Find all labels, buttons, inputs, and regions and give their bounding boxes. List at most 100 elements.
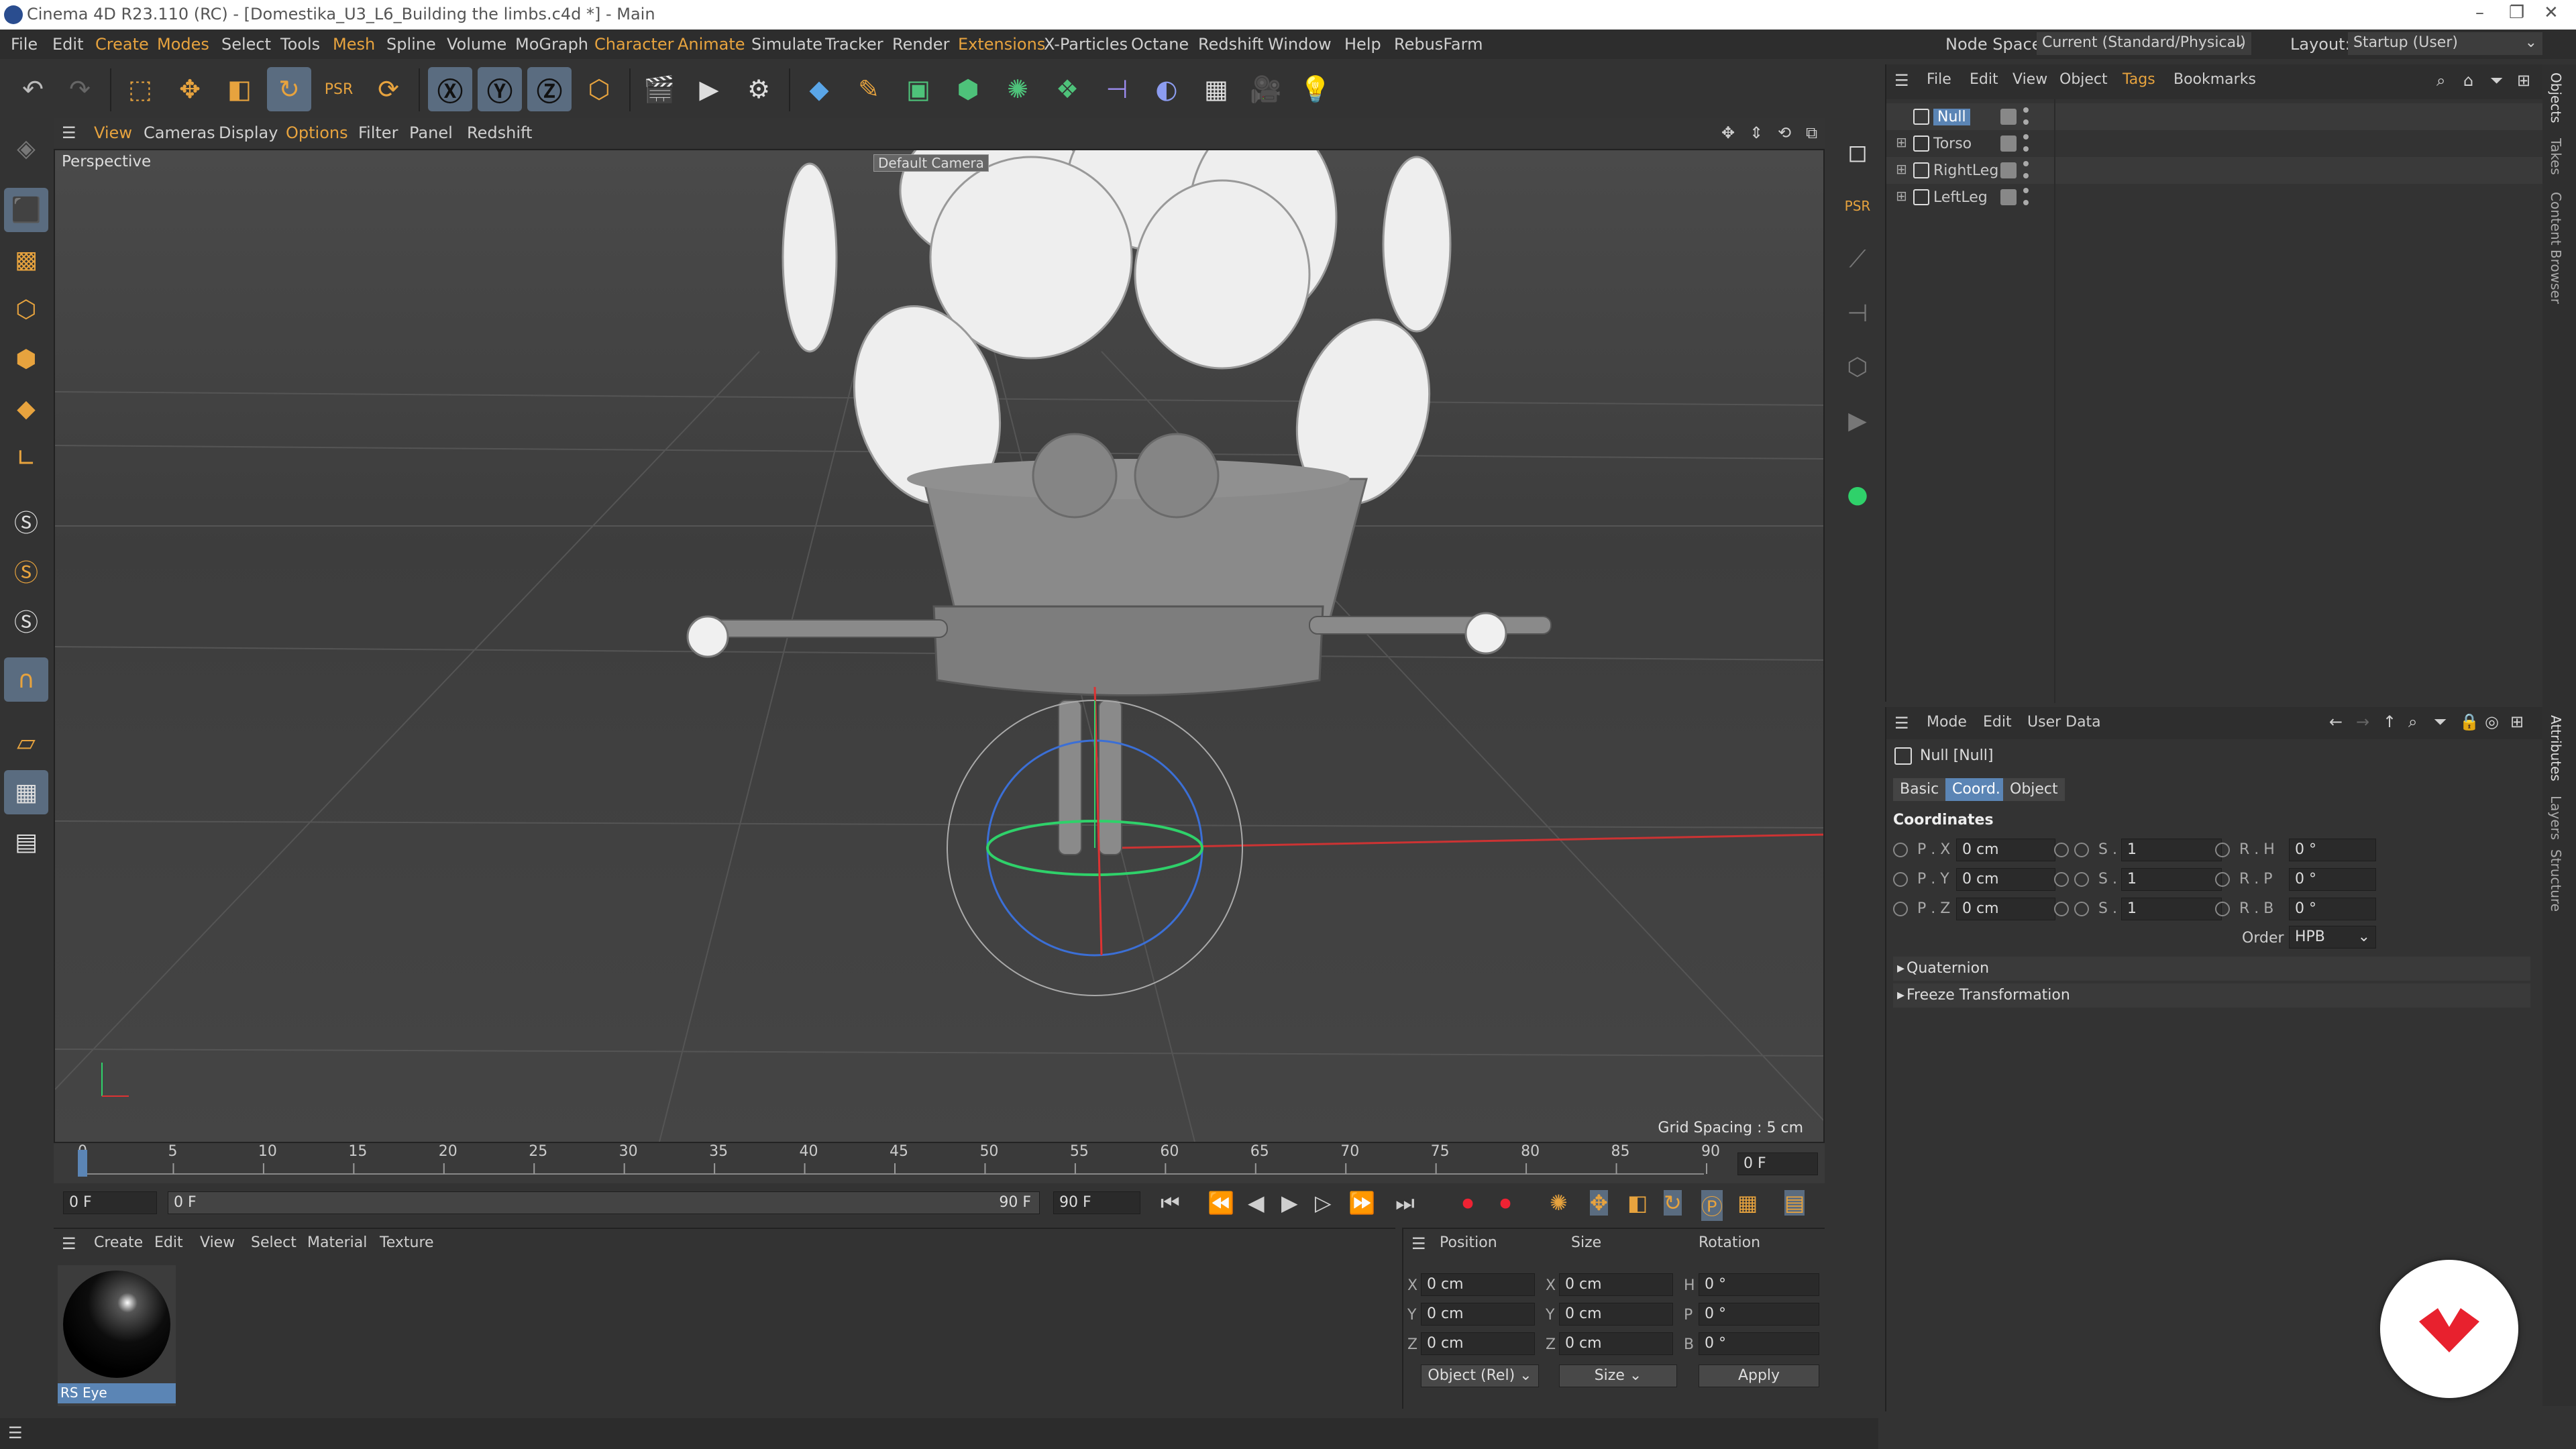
point-level-icon[interactable]: ▦ [1737, 1190, 1758, 1216]
pan-icon[interactable]: ✥ [1721, 123, 1735, 142]
size-z-field[interactable]: 0 cm [1559, 1332, 1673, 1355]
tab-object[interactable]: Object [2003, 778, 2065, 801]
menu-tracker[interactable]: Tracker [825, 35, 883, 54]
size-x-field[interactable]: 0 cm [1559, 1273, 1673, 1296]
axis-mode-icon[interactable]: ∟ [4, 436, 48, 480]
menu-mograph[interactable]: MoGraph [515, 35, 588, 54]
grid-icon[interactable]: ▦ [4, 770, 48, 814]
new-panel-icon[interactable]: ⊞ [2517, 71, 2530, 90]
menu-simulate[interactable]: Simulate [751, 35, 822, 54]
menu-x-particles[interactable]: X-Particles [1044, 35, 1128, 54]
next-frame-icon[interactable]: ▷ [1315, 1190, 1332, 1216]
am-menu-mode[interactable]: Mode [1927, 714, 1967, 731]
menu-select[interactable]: Select [221, 35, 271, 54]
filter-icon[interactable]: ⏷ [2490, 71, 2503, 90]
object-name[interactable]: RightLeg [1933, 162, 1998, 179]
previous-key-icon[interactable]: ⏪ [1208, 1190, 1234, 1216]
object-row-null[interactable]: Null [1886, 103, 2544, 130]
search-icon[interactable]: ⌕ [2436, 71, 2445, 90]
snap-settings-icon[interactable]: Ⓢ [4, 549, 48, 593]
hamburger-icon[interactable]: ☰ [62, 1234, 76, 1253]
mat-menu-material[interactable]: Material [307, 1234, 367, 1251]
menu-render[interactable]: Render [892, 35, 949, 54]
visibility-icon[interactable] [2000, 189, 2017, 205]
side-tab-objects[interactable]: Objects [2548, 72, 2564, 123]
visibility-icon[interactable] [2000, 162, 2017, 178]
side-tab-content-browser[interactable]: Content Browser [2548, 192, 2564, 304]
redo-icon[interactable]: ↷ [58, 67, 102, 111]
menu-help[interactable]: Help [1344, 35, 1381, 54]
pos-z-field[interactable]: 0 cm [1421, 1332, 1535, 1355]
camera-label[interactable]: Default Camera [873, 154, 989, 172]
hamburger-icon[interactable]: ☰ [1894, 71, 1909, 90]
keyframe-selection-icon[interactable]: ✺ [1550, 1190, 1568, 1216]
new-panel-icon[interactable]: ⊞ [2510, 712, 2524, 731]
menu-extensions[interactable]: Extensions [958, 35, 1045, 54]
subdivision-icon[interactable]: ▣ [896, 67, 941, 111]
rh-field[interactable]: 0 ° [2289, 839, 2376, 861]
pos-x-field[interactable]: 0 cm [1421, 1273, 1535, 1296]
maximize-viewport-icon[interactable]: ⧉ [1806, 123, 1817, 142]
object-row-leftleg[interactable]: ⊞ LeftLeg [1886, 184, 2544, 211]
animate-radio[interactable] [2215, 843, 2230, 857]
layout-dropdown[interactable]: Startup (User) ⌄ [2348, 32, 2542, 55]
floor-icon[interactable]: ▦ [1194, 67, 1238, 111]
camera-icon[interactable]: 🎥 [1244, 67, 1288, 111]
viewport-menu-view[interactable]: View [94, 123, 132, 142]
section-freeze-transformation[interactable]: ▸ Freeze Transformation [1893, 983, 2530, 1008]
timeline-icon[interactable]: ▤ [1784, 1190, 1805, 1216]
undo-icon[interactable]: ↶ [11, 67, 55, 111]
rot-b-field[interactable]: 0 ° [1699, 1332, 1819, 1355]
menu-spline[interactable]: Spline [386, 35, 436, 54]
animate-radio[interactable] [2074, 843, 2089, 857]
size-mode-dropdown[interactable]: Size ⌄ [1559, 1364, 1677, 1387]
knife-icon[interactable]: ⟋ [1835, 237, 1880, 282]
size-y-field[interactable]: 0 cm [1559, 1303, 1673, 1326]
restore-icon[interactable]: ❐ [2509, 3, 2524, 23]
cube-icon[interactable]: ◆ [797, 67, 841, 111]
home-icon[interactable]: ⌂ [2463, 71, 2473, 90]
coord-mode-dropdown[interactable]: Object (Rel) ⌄ [1421, 1364, 1539, 1387]
target-icon[interactable]: ◎ [2485, 712, 2499, 731]
tab-basic[interactable]: Basic [1893, 778, 1946, 801]
minimize-icon[interactable]: – [2475, 3, 2484, 23]
mograph-icon[interactable]: ❖ [1045, 67, 1089, 111]
animate-radio[interactable] [2054, 902, 2069, 916]
scale-key-icon[interactable]: ◧ [1627, 1190, 1648, 1216]
dolly-icon[interactable]: ⇕ [1750, 123, 1763, 142]
render-visibility-icon[interactable] [2023, 119, 2029, 125]
om-menu-object[interactable]: Object [2059, 71, 2108, 88]
model-mode-icon[interactable]: ⬛ [4, 188, 48, 232]
editor-visibility-icon[interactable] [2023, 188, 2029, 193]
mat-menu-edit[interactable]: Edit [154, 1234, 183, 1251]
forward-arrow-icon[interactable]: → [2356, 712, 2369, 731]
mat-menu-create[interactable]: Create [94, 1234, 143, 1251]
position-key-icon[interactable]: ✥ [1590, 1190, 1608, 1216]
back-arrow-icon[interactable]: ← [2329, 712, 2343, 731]
viewport-perspective[interactable]: Perspective Default Camera Grid Spacing … [54, 149, 1825, 1143]
select-icon[interactable]: ◻ [1835, 130, 1880, 174]
menu-character[interactable]: Character [594, 35, 674, 54]
snap-icon[interactable]: Ⓢ [4, 499, 48, 543]
play-icon[interactable]: ▶ [1835, 398, 1880, 443]
menu-edit[interactable]: Edit [52, 35, 83, 54]
up-arrow-icon[interactable]: ↑ [2383, 712, 2396, 731]
animate-radio[interactable] [1893, 872, 1908, 887]
object-name[interactable]: Null [1933, 109, 1970, 125]
hamburger-icon[interactable]: ☰ [62, 123, 76, 142]
snap-workplane-icon[interactable]: Ⓢ [4, 598, 48, 643]
editor-visibility-icon[interactable] [2023, 161, 2029, 166]
mat-menu-view[interactable]: View [200, 1234, 235, 1251]
am-menu-user-data[interactable]: User Data [2027, 714, 2101, 731]
previous-frame-icon[interactable]: ◀ [1248, 1190, 1265, 1216]
rotate-icon[interactable]: ↻ [267, 67, 311, 111]
rot-h-field[interactable]: 0 ° [1699, 1273, 1819, 1296]
side-tab-layers[interactable]: Layers [2548, 796, 2564, 840]
menu-octane[interactable]: Octane [1131, 35, 1189, 54]
animate-radio[interactable] [2215, 902, 2230, 916]
menu-redshift[interactable]: Redshift [1198, 35, 1263, 54]
edges-mode-icon[interactable]: ⬢ [4, 337, 48, 381]
parameter-key-icon[interactable]: Ⓟ [1701, 1190, 1723, 1221]
pos-y-field[interactable]: 0 cm [1421, 1303, 1535, 1326]
workplane-icon[interactable]: ▱ [4, 720, 48, 765]
